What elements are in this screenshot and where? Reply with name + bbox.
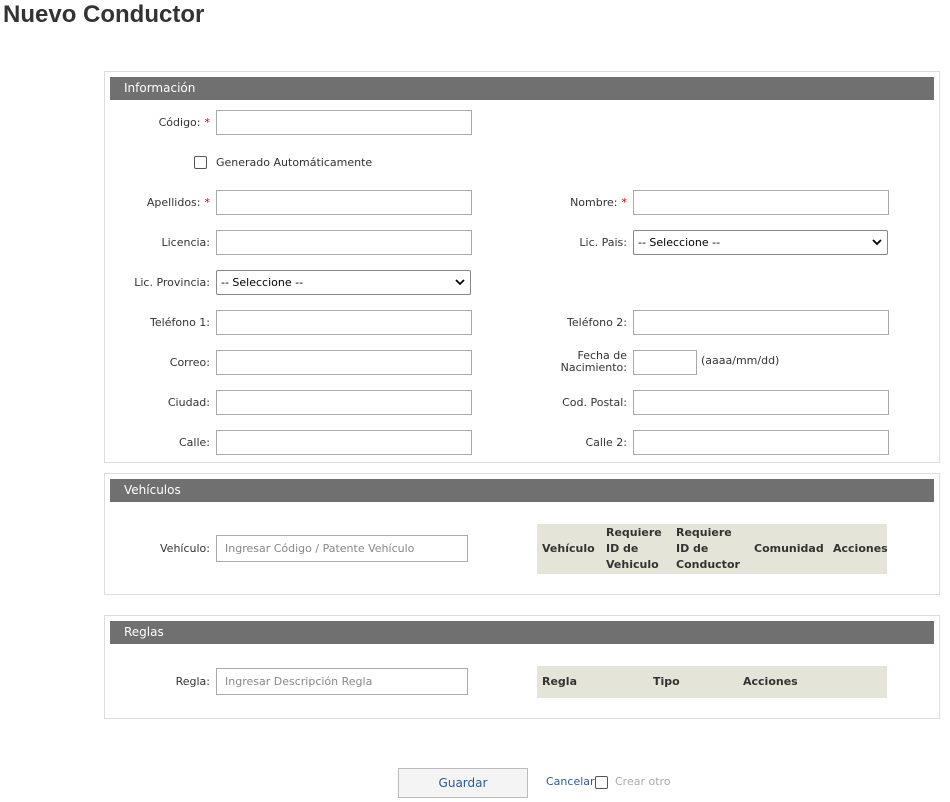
nombre-label: Nombre: * — [570, 196, 627, 209]
vehiculo-search-input[interactable] — [216, 535, 468, 562]
codigo-input[interactable] — [216, 110, 472, 135]
auto-generated-checkbox[interactable] — [194, 156, 207, 169]
col-requiere-id-vehiculo: Requiere ID de Vehiculo — [606, 526, 662, 571]
col-acciones: Acciones — [743, 675, 798, 688]
reglas-grid-header: Regla Tipo Acciones — [537, 666, 887, 698]
save-button[interactable]: Guardar — [398, 768, 528, 798]
vehiculos-section-header: Vehículos — [110, 479, 934, 502]
auto-generated-label: Generado Automáticamente — [216, 156, 373, 169]
cancel-link[interactable]: Cancelar — [546, 775, 595, 788]
codigo-label: Código: * — [158, 116, 211, 129]
ciudad-label: Ciudad: — [167, 396, 210, 409]
fecha-nacimiento-label: Fecha de Nacimiento: — [560, 349, 627, 374]
info-section-header: Información — [110, 77, 934, 100]
cod-postal-label: Cod. Postal: — [562, 396, 627, 409]
chevron-down-icon — [455, 271, 465, 302]
cod-postal-input[interactable] — [633, 390, 889, 415]
calle-label: Calle: — [178, 436, 210, 449]
calle2-label: Calle 2: — [585, 436, 627, 449]
create-another-checkbox[interactable] — [595, 776, 608, 789]
lic-pais-select-value: -- Seleccione -- — [638, 236, 721, 249]
chevron-down-icon — [872, 231, 882, 262]
telefono1-input[interactable] — [216, 310, 472, 335]
lic-provincia-select-value: -- Seleccione -- — [221, 276, 304, 289]
lic-pais-label: Lic. Pais: — [579, 236, 627, 249]
col-comunidad: Comunidad — [754, 542, 824, 555]
calle-input[interactable] — [216, 430, 472, 455]
lic-provincia-label: Lic. Provincia: — [134, 276, 210, 289]
licencia-input[interactable] — [216, 230, 472, 255]
licencia-label: Licencia: — [161, 236, 210, 249]
col-regla: Regla — [542, 675, 577, 688]
required-mark: * — [204, 116, 211, 129]
telefono2-label: Teléfono 2: — [567, 316, 627, 329]
lic-provincia-select[interactable]: -- Seleccione -- — [216, 270, 471, 295]
create-another-label: Crear otro — [615, 775, 671, 788]
telefono1-label: Teléfono 1: — [150, 316, 210, 329]
ciudad-input[interactable] — [216, 390, 472, 415]
col-acciones: Acciones — [833, 542, 888, 555]
lic-pais-select[interactable]: -- Seleccione -- — [633, 230, 888, 255]
fecha-nacimiento-input[interactable] — [633, 350, 697, 375]
col-tipo: Tipo — [653, 675, 680, 688]
apellidos-input[interactable] — [216, 190, 472, 215]
col-requiere-id-conductor: Requiere ID de Conductor — [676, 526, 740, 571]
regla-search-input[interactable] — [216, 668, 468, 695]
page-title: Nuevo Conductor — [3, 1, 205, 28]
nombre-input[interactable] — [633, 190, 889, 215]
reglas-section-header: Reglas — [110, 621, 934, 644]
correo-input[interactable] — [216, 350, 472, 375]
apellidos-label: Apellidos: * — [146, 196, 210, 209]
vehiculos-grid-header: Vehículo Requiere ID de Vehiculo Requier… — [537, 524, 888, 574]
col-vehiculo: Vehículo — [542, 542, 595, 555]
telefono2-input[interactable] — [633, 310, 889, 335]
regla-label: Regla: — [175, 675, 210, 688]
fecha-format-hint: (aaaa/mm/dd) — [701, 354, 780, 367]
vehiculo-label: Vehículo: — [160, 542, 210, 555]
calle2-input[interactable] — [633, 430, 889, 455]
correo-label: Correo: — [169, 356, 210, 369]
